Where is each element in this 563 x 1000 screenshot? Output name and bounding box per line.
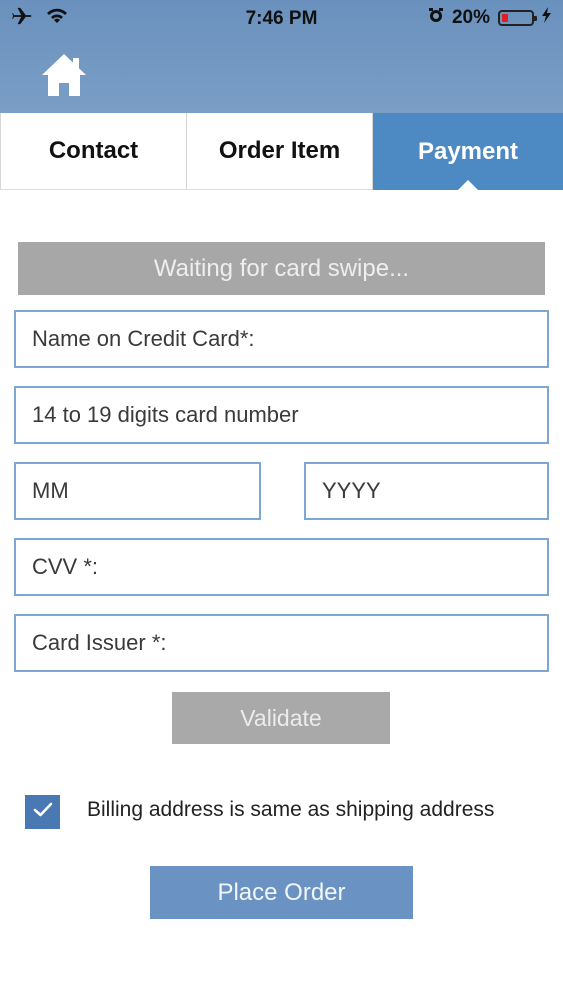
billing-same-checkbox[interactable] xyxy=(25,795,60,829)
cvv-field[interactable]: CVV *: xyxy=(14,538,549,596)
expiry-year-placeholder: YYYY xyxy=(322,478,381,503)
alarm-icon xyxy=(428,7,444,29)
battery-percent: 20% xyxy=(451,7,490,28)
validate-button[interactable]: Validate xyxy=(172,692,390,744)
expiry-year-field[interactable]: YYYY xyxy=(304,462,549,520)
tab-payment[interactable]: Payment xyxy=(373,113,563,191)
app-header: 7:46 PM 20% xyxy=(0,0,563,113)
card-swipe-status: Waiting for card swipe... xyxy=(18,242,545,295)
name-on-card-placeholder: Name on Credit Card*: xyxy=(32,326,255,351)
charging-icon xyxy=(542,7,551,29)
card-issuer-field[interactable]: Card Issuer *: xyxy=(14,614,549,672)
status-right: 20% xyxy=(428,7,551,29)
tab-contact[interactable]: Contact xyxy=(0,113,187,190)
card-issuer-placeholder: Card Issuer *: xyxy=(32,630,167,655)
battery-icon xyxy=(498,10,537,26)
tab-order-item[interactable]: Order Item xyxy=(187,113,373,190)
tab-contact-label: Contact xyxy=(48,137,139,164)
active-tab-indicator xyxy=(457,180,479,191)
checkmark-icon xyxy=(33,802,53,823)
expiry-month-placeholder: MM xyxy=(32,478,69,503)
cvv-placeholder: CVV *: xyxy=(32,554,99,579)
tab-bar: Contact Order Item Payment xyxy=(0,113,563,191)
card-number-field[interactable]: 14 to 19 digits card number xyxy=(14,386,549,444)
tab-order-item-label: Order Item xyxy=(218,137,341,164)
home-icon xyxy=(38,54,90,104)
name-on-card-field[interactable]: Name on Credit Card*: xyxy=(14,310,549,368)
expiry-month-field[interactable]: MM xyxy=(14,462,261,520)
card-number-placeholder: 14 to 19 digits card number xyxy=(32,402,299,427)
place-order-button[interactable]: Place Order xyxy=(150,866,413,919)
billing-same-label: Billing address is same as shipping addr… xyxy=(87,798,495,821)
tab-payment-label: Payment xyxy=(417,137,519,165)
home-button[interactable] xyxy=(38,50,90,100)
status-bar: 7:46 PM 20% xyxy=(0,0,563,38)
